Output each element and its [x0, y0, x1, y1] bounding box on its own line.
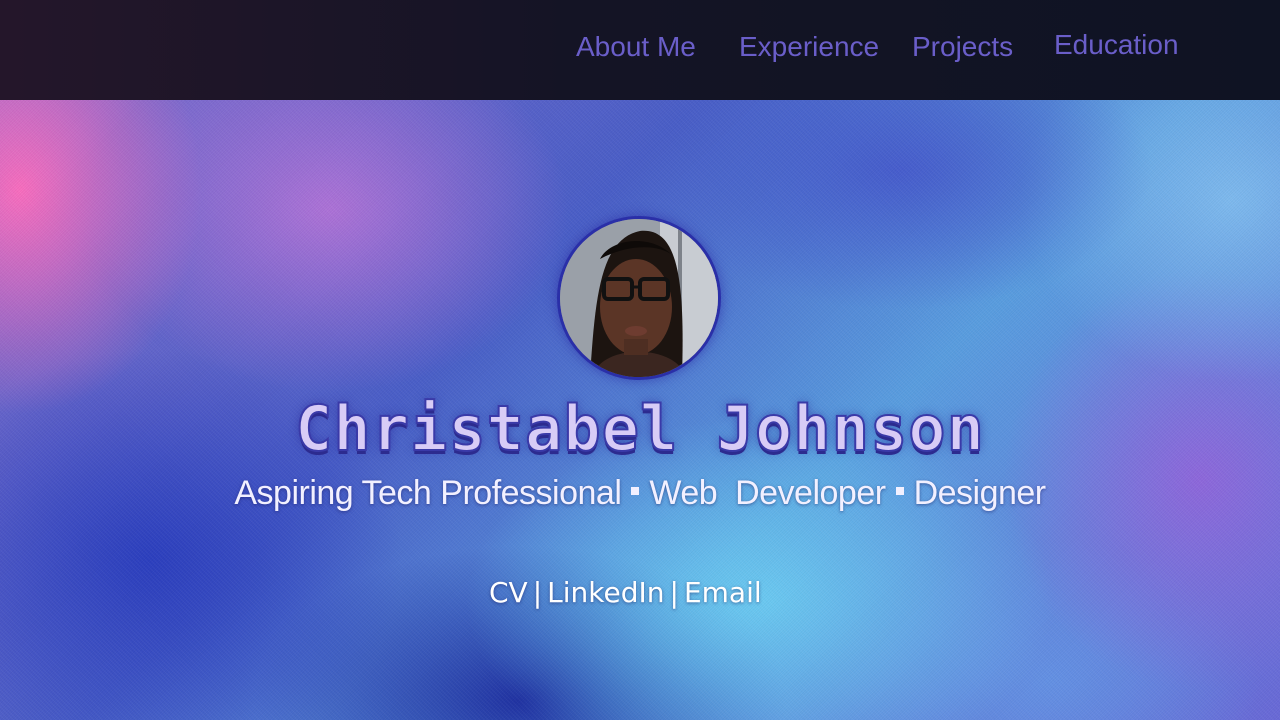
hero-tagline: Aspiring Tech Professional Web Developer D…: [0, 474, 1280, 513]
linkedin-link[interactable]: LinkedIn: [547, 576, 664, 609]
link-separator: |: [532, 576, 543, 609]
link-separator: |: [669, 576, 679, 609]
profile-photo-icon: [560, 219, 718, 377]
page: About Me Experience Projects Education C…: [0, 0, 1280, 720]
cv-link[interactable]: CV: [489, 576, 528, 609]
square-bullet-icon: [631, 487, 640, 496]
nav-link-about-me[interactable]: About Me: [576, 31, 696, 63]
square-bullet-icon: [895, 487, 904, 496]
tagline-part-designer: Designer: [913, 474, 1047, 512]
nav-link-education[interactable]: Education: [1054, 29, 1179, 61]
tagline-part-web-developer: Web Developer: [649, 474, 886, 512]
contact-links: CV | LinkedIn | Email: [489, 576, 762, 609]
top-navbar: About Me Experience Projects Education: [0, 0, 1280, 100]
nav-link-projects[interactable]: Projects: [912, 31, 1013, 63]
hero-name: Christabel Johnson: [294, 391, 985, 466]
tagline-part-role: Aspiring Tech Professional: [234, 474, 622, 512]
profile-avatar: [557, 216, 721, 380]
nav-link-experience[interactable]: Experience: [739, 31, 879, 63]
email-link[interactable]: Email: [684, 576, 762, 609]
